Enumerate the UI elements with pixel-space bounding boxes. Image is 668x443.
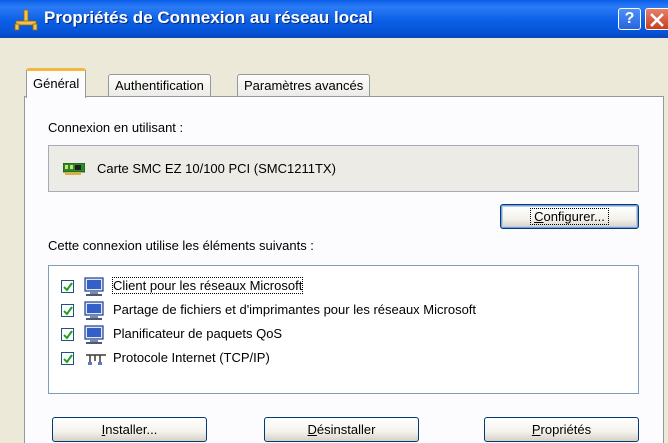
checkmark-icon [63, 330, 73, 340]
configure-button[interactable]: Configurer... [500, 204, 639, 229]
title-bar[interactable]: Propriétés de Connexion au réseau local … [0, 0, 668, 38]
uninstall-label: ésinstaller [316, 422, 376, 437]
install-label: nstaller... [105, 422, 158, 437]
list-item-qos-scheduler[interactable]: Planificateur de paquets QoS [49, 325, 609, 347]
checkbox-tcp-ip[interactable] [61, 352, 74, 365]
adapter-name: Carte SMC EZ 10/100 PCI (SMC1211TX) [97, 161, 336, 176]
network-service-icon [84, 301, 104, 320]
uninstall-mnemonic: D [307, 422, 317, 437]
install-button[interactable]: Installer... [52, 417, 207, 442]
component-label: Planificateur de paquets QoS [113, 326, 283, 341]
close-icon [650, 13, 664, 27]
component-label: Protocole Internet (TCP/IP) [113, 350, 270, 365]
list-item-file-printer-sharing[interactable]: Partage de fichiers et d'imprimantes pou… [49, 301, 609, 323]
checkmark-icon [63, 306, 73, 316]
network-client-icon [84, 277, 104, 296]
list-item-client-microsoft[interactable]: Client pour les réseaux Microsoft [49, 277, 609, 299]
list-item-tcp-ip[interactable]: Protocole Internet (TCP/IP) [49, 349, 609, 371]
properties-label: ropriétés [540, 422, 592, 437]
properties-mnemonic: P [531, 422, 541, 437]
uninstall-button[interactable]: Désinstaller [264, 417, 419, 442]
checkbox-client-microsoft[interactable] [61, 280, 74, 293]
network-service-icon [84, 325, 104, 344]
adapter-field: Carte SMC EZ 10/100 PCI (SMC1211TX) [48, 145, 639, 192]
checkbox-qos-scheduler[interactable] [61, 328, 74, 341]
component-label: Partage de fichiers et d'imprimantes pou… [113, 302, 477, 317]
tab-authentication[interactable]: Authentification [108, 74, 211, 96]
checkmark-icon [63, 354, 73, 364]
properties-button[interactable]: Propriétés [484, 417, 639, 442]
components-list[interactable]: Client pour les réseaux Microsoft Partag… [48, 265, 639, 394]
close-button[interactable] [645, 8, 668, 30]
network-card-icon [63, 163, 85, 175]
network-protocol-icon [86, 354, 106, 365]
tab-general[interactable]: Général [26, 68, 87, 98]
checkbox-file-printer-sharing[interactable] [61, 304, 74, 317]
component-label: Client pour les réseaux Microsoft [111, 277, 304, 294]
window-title: Propriétés de Connexion au réseau local [44, 8, 373, 27]
configure-label: onfigurer... [543, 209, 605, 224]
network-connection-icon [14, 9, 38, 31]
tab-advanced-settings[interactable]: Paramètres avancés [237, 74, 371, 96]
components-label: Cette connexion utilise les éléments sui… [48, 238, 314, 253]
checkmark-icon [63, 282, 73, 292]
help-button[interactable]: ? [618, 8, 641, 30]
connect-using-label: Connexion en utilisant : [48, 120, 184, 135]
